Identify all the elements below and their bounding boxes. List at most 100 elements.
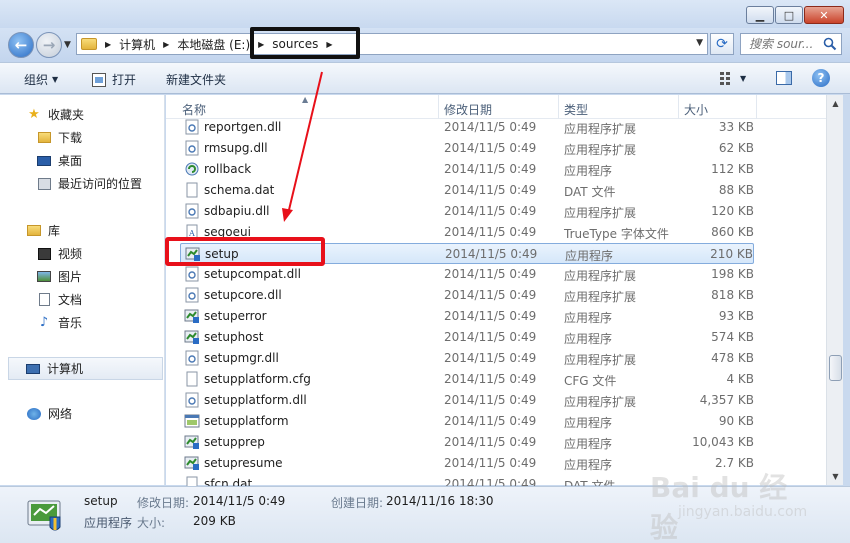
minimize-button[interactable]: ▁ xyxy=(746,6,774,24)
views-button[interactable]: ▼ xyxy=(720,71,746,85)
search-icon[interactable] xyxy=(823,37,837,51)
scroll-thumb[interactable] xyxy=(829,355,842,381)
column-name[interactable]: 名称 xyxy=(182,101,206,118)
address-dropdown[interactable]: ▼ xyxy=(696,38,703,48)
file-size: 33 KB xyxy=(718,120,754,134)
file-date: 2014/11/5 0:49 xyxy=(444,120,537,134)
file-row[interactable]: setuperror 2014/11/5 0:49 应用程序 93 KB xyxy=(180,306,754,327)
file-size: 860 KB xyxy=(711,225,754,239)
back-button[interactable]: ← xyxy=(8,32,34,58)
scroll-down-button[interactable]: ▼ xyxy=(827,468,844,485)
organize-button[interactable]: 组织 ▼ xyxy=(24,71,58,88)
network-icon xyxy=(26,406,42,422)
file-type: 应用程序 xyxy=(565,249,614,263)
search-input[interactable] xyxy=(749,37,821,51)
file-icon xyxy=(186,371,198,387)
chevron-right-icon[interactable]: ▶ xyxy=(101,40,115,49)
dll-icon xyxy=(185,350,199,366)
arrow-left-icon: ← xyxy=(14,36,28,54)
nav-recent-places[interactable]: 最近访问的位置 xyxy=(0,172,165,195)
file-size: 93 KB xyxy=(718,309,754,323)
file-date: 2014/11/5 0:49 xyxy=(444,183,537,197)
nav-music[interactable]: ♪ 音乐 xyxy=(0,311,165,334)
nav-documents[interactable]: 文档 xyxy=(0,288,165,311)
arrow-right-icon: → xyxy=(42,36,56,54)
nav-videos[interactable]: 视频 xyxy=(0,242,165,265)
column-divider[interactable] xyxy=(438,95,439,119)
watermark-sub: jingyan.baidu.com xyxy=(678,504,808,520)
file-row[interactable]: setupcore.dll 2014/11/5 0:49 应用程序扩展 818 KB xyxy=(180,285,754,306)
file-date: 2014/11/5 0:49 xyxy=(444,204,537,218)
network-group: 网络 xyxy=(0,402,165,425)
file-row[interactable]: rollback 2014/11/5 0:49 应用程序 112 KB xyxy=(180,159,754,180)
nav-pictures[interactable]: 图片 xyxy=(0,265,165,288)
breadcrumb-computer[interactable]: 计算机 xyxy=(115,34,159,54)
address-bar[interactable]: ▶ 计算机 ▶ 本地磁盘 (E:) ▶ sources ▶ ▼ xyxy=(76,33,708,55)
details-file-type: 应用程序 xyxy=(84,516,133,530)
nav-label: 库 xyxy=(48,224,61,238)
maximize-button[interactable]: □ xyxy=(775,6,803,24)
file-row[interactable]: reportgen.dll 2014/11/5 0:49 应用程序扩展 33 KB xyxy=(180,117,754,138)
title-bar: ▁ □ ✕ xyxy=(0,0,850,30)
file-row[interactable]: setupplatform.cfg 2014/11/5 0:49 CFG 文件 4 K… xyxy=(180,369,754,390)
dll-icon xyxy=(185,266,199,282)
file-row[interactable]: setuphost 2014/11/5 0:49 应用程序 574 KB xyxy=(180,327,754,348)
dll-icon xyxy=(185,119,199,135)
file-size: 210 KB xyxy=(710,247,753,261)
file-date: 2014/11/5 0:49 xyxy=(444,288,537,302)
vertical-scrollbar[interactable]: ▲ ▼ xyxy=(826,95,843,485)
file-name: setuperror xyxy=(204,309,267,323)
organize-label: 组织 xyxy=(24,73,49,87)
column-type[interactable]: 类型 xyxy=(564,101,588,118)
file-type: 应用程序 xyxy=(564,416,613,430)
close-button[interactable]: ✕ xyxy=(804,6,844,24)
open-button[interactable]: 打开 xyxy=(92,71,136,88)
file-name: setupcompat.dll xyxy=(204,267,301,281)
column-size[interactable]: 大小 xyxy=(684,101,708,118)
file-row[interactable]: setupprep 2014/11/5 0:49 应用程序 10,043 KB xyxy=(180,432,754,453)
file-name: setupplatform xyxy=(204,414,289,428)
refresh-button[interactable]: ⟳ xyxy=(710,33,734,55)
preview-pane-button[interactable] xyxy=(776,71,792,85)
nav-network[interactable]: 网络 xyxy=(0,402,165,425)
column-divider[interactable] xyxy=(558,95,559,119)
file-row[interactable]: setupplatform 2014/11/5 0:49 应用程序 90 KB xyxy=(180,411,754,432)
nav-favorites[interactable]: ★ 收藏夹 xyxy=(0,103,165,126)
recent-pages-dropdown[interactable]: ▼ xyxy=(64,40,71,50)
breadcrumb-drive-e[interactable]: 本地磁盘 (E:) xyxy=(173,34,254,54)
nav-computer[interactable]: 计算机 xyxy=(8,357,163,380)
folder-icon xyxy=(81,38,97,50)
file-row[interactable]: setupmgr.dll 2014/11/5 0:49 应用程序扩展 478 KB xyxy=(180,348,754,369)
new-folder-button[interactable]: 新建文件夹 xyxy=(166,71,226,88)
file-date: 2014/11/5 0:49 xyxy=(444,456,537,470)
file-date: 2014/11/5 0:49 xyxy=(444,372,537,386)
column-date[interactable]: 修改日期 xyxy=(444,101,492,118)
column-divider[interactable] xyxy=(678,95,679,119)
file-type: 应用程序扩展 xyxy=(564,395,637,409)
nav-desktop[interactable]: 桌面 xyxy=(0,149,165,172)
nav-libraries[interactable]: 库 xyxy=(0,219,165,242)
file-row[interactable]: setupcompat.dll 2014/11/5 0:49 应用程序扩展 198 K… xyxy=(180,264,754,285)
file-row[interactable]: sdbapiu.dll 2014/11/5 0:49 应用程序扩展 120 KB xyxy=(180,201,754,222)
search-box[interactable] xyxy=(740,33,842,55)
scroll-up-button[interactable]: ▲ xyxy=(827,95,844,112)
forward-button[interactable]: → xyxy=(36,32,62,58)
file-size: 4 KB xyxy=(726,372,754,386)
file-date: 2014/11/5 0:49 xyxy=(444,393,537,407)
file-type: 应用程序 xyxy=(564,437,613,451)
file-row[interactable]: schema.dat 2014/11/5 0:49 DAT 文件 88 KB xyxy=(180,180,754,201)
file-date: 2014/11/5 0:49 xyxy=(444,309,537,323)
dll-icon xyxy=(185,203,199,219)
file-name: schema.dat xyxy=(204,183,275,197)
file-type: 应用程序扩展 xyxy=(564,290,637,304)
nav-downloads[interactable]: 下载 xyxy=(0,126,165,149)
nav-label: 图片 xyxy=(58,270,83,284)
chevron-down-icon: ▼ xyxy=(696,38,703,48)
file-date: 2014/11/5 0:49 xyxy=(444,267,537,281)
column-divider[interactable] xyxy=(756,95,757,119)
chevron-right-icon[interactable]: ▶ xyxy=(159,40,173,49)
help-button[interactable]: ? xyxy=(812,69,830,87)
file-row[interactable]: setupplatform.dll 2014/11/5 0:49 应用程序扩展 4,3… xyxy=(180,390,754,411)
file-icon xyxy=(186,182,198,198)
file-row[interactable]: rmsupg.dll 2014/11/5 0:49 应用程序扩展 62 KB xyxy=(180,138,754,159)
